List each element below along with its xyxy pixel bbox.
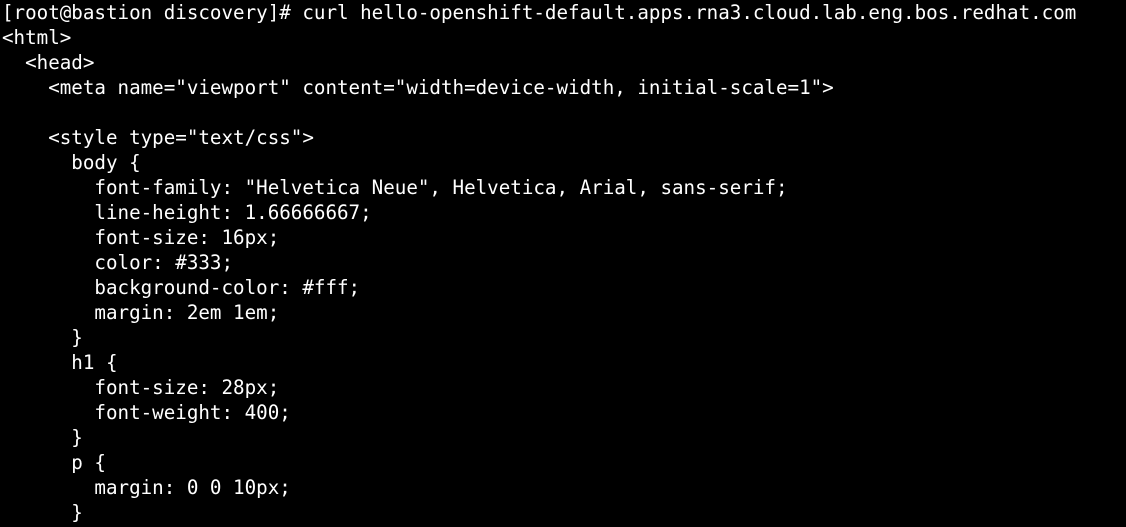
- terminal-output-line: }: [2, 501, 83, 524]
- terminal-output-line: [2, 100, 1126, 125]
- terminal-output-line: }: [2, 426, 83, 449]
- terminal-output-line: }: [2, 326, 83, 349]
- terminal-output-line: margin: 0 0 10px;: [2, 476, 291, 499]
- terminal-output-line: color: #333;: [2, 251, 234, 274]
- terminal-output-line: background-color: #fff;: [2, 276, 361, 299]
- terminal-output-line: font-weight: 400;: [2, 401, 291, 424]
- terminal-prompt-line: [root@bastion discovery]# curl hello-ope…: [2, 1, 1077, 24]
- terminal-output-line: line-height: 1.66666667;: [2, 201, 372, 224]
- terminal-output-line: h1 {: [2, 351, 118, 374]
- terminal-output-line: margin: 2em 1em;: [2, 301, 280, 324]
- terminal-output-line: <html>: [2, 26, 72, 49]
- terminal-output-line: <meta name="viewport" content="width=dev…: [2, 76, 834, 99]
- terminal-output-line: <head>: [2, 51, 95, 74]
- terminal-output-line: body {: [2, 151, 141, 174]
- terminal-output-line: p {: [2, 451, 106, 474]
- terminal-output-line: <style type="text/css">: [2, 126, 314, 149]
- terminal-output-line: font-size: 28px;: [2, 376, 280, 399]
- terminal-output-line: font-family: "Helvetica Neue", Helvetica…: [2, 176, 788, 199]
- terminal-window[interactable]: [root@bastion discovery]# curl hello-ope…: [0, 0, 1126, 527]
- terminal-output-line: font-size: 16px;: [2, 226, 280, 249]
